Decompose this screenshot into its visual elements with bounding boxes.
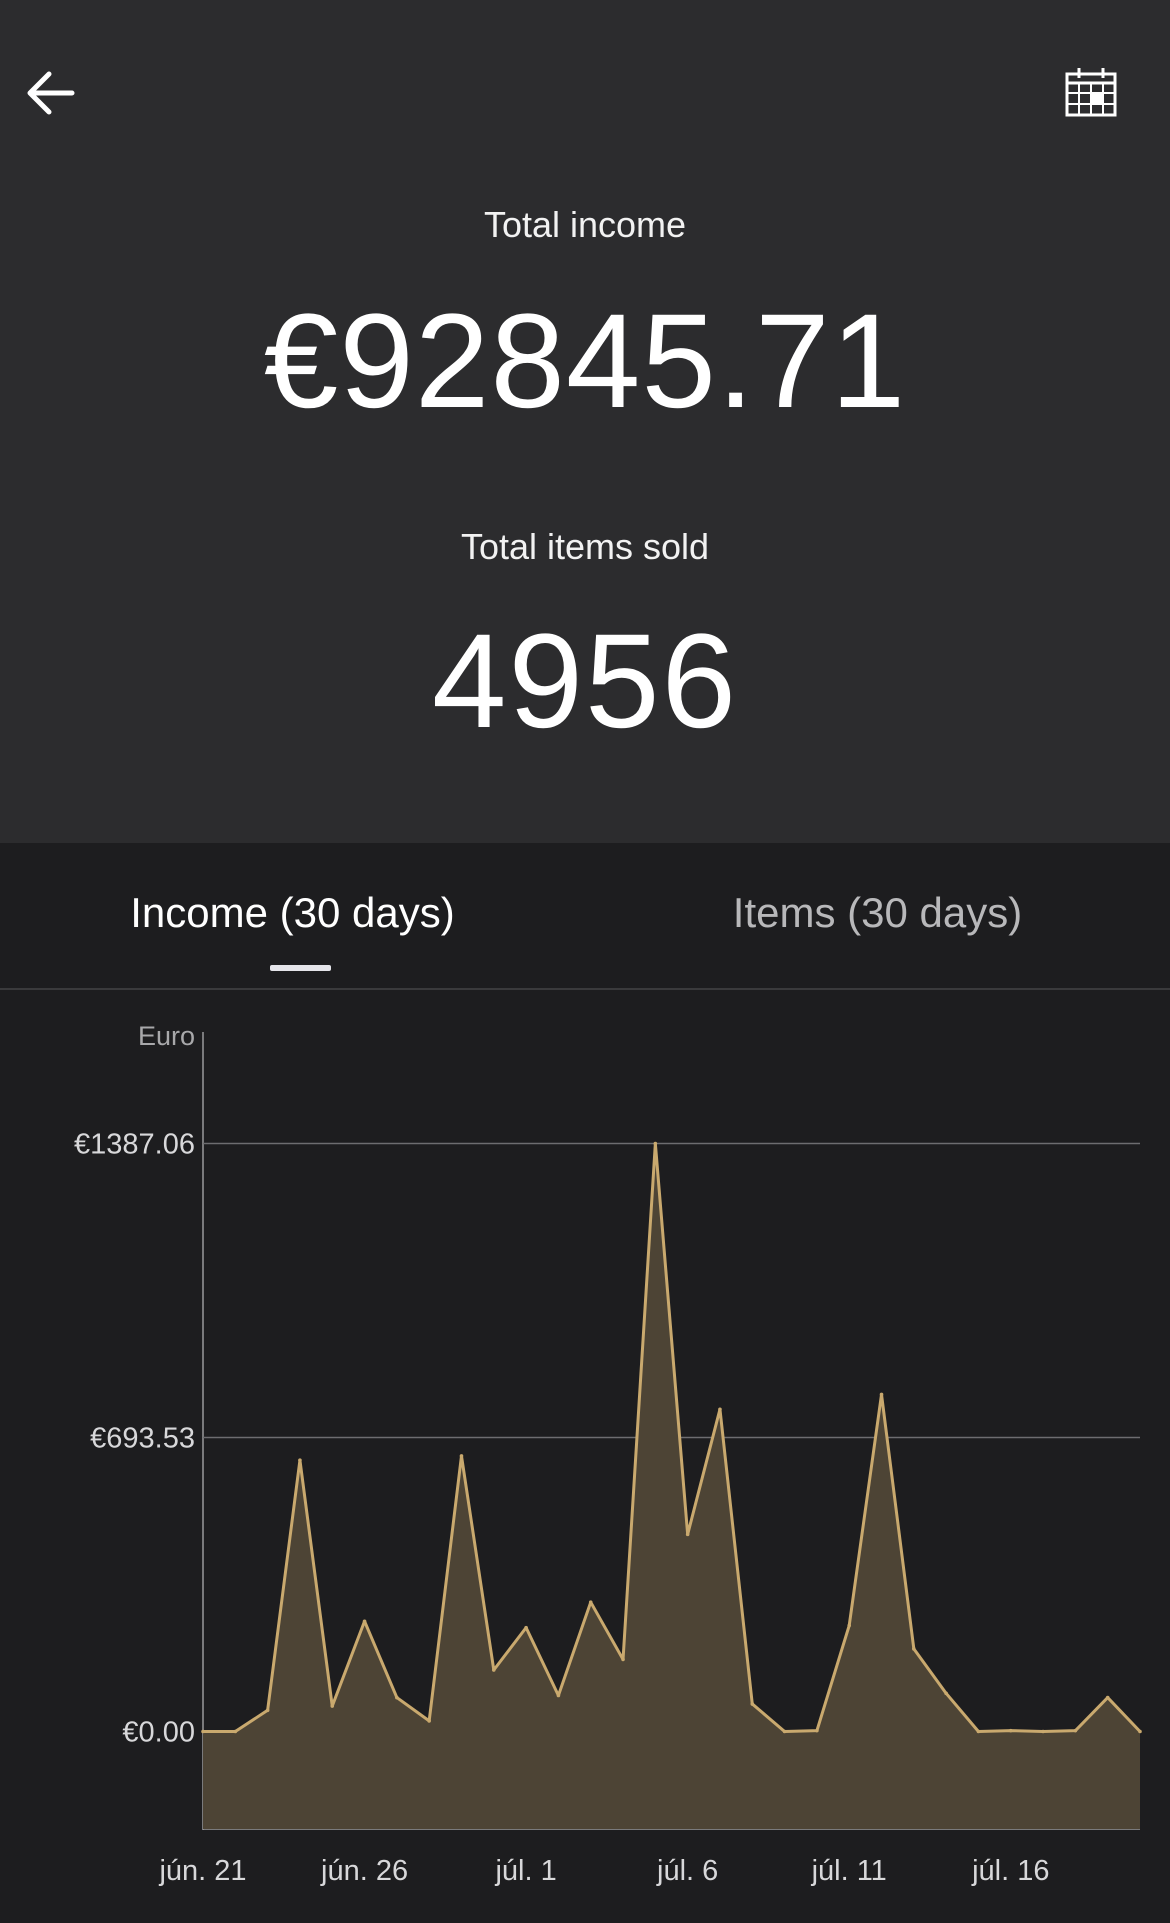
data-point bbox=[298, 1458, 302, 1462]
arrow-left-icon bbox=[27, 71, 75, 115]
data-point bbox=[201, 1729, 205, 1734]
data-point bbox=[427, 1719, 431, 1723]
y-axis-unit-label: Euro bbox=[138, 1021, 195, 1051]
x-tick-label: júl. 16 bbox=[971, 1855, 1049, 1887]
data-point bbox=[588, 1600, 593, 1604]
data-point bbox=[879, 1392, 884, 1397]
data-point bbox=[1041, 1729, 1045, 1734]
active-tab-indicator bbox=[270, 965, 331, 971]
data-point bbox=[782, 1729, 787, 1734]
chart-tabs: Income (30 days) Items (30 days) bbox=[0, 843, 1170, 990]
x-tick-label: júl. 11 bbox=[811, 1855, 887, 1887]
data-point bbox=[1008, 1728, 1013, 1733]
income-area bbox=[203, 1143, 1140, 1829]
data-point bbox=[912, 1647, 916, 1651]
data-point bbox=[976, 1729, 981, 1734]
income-chart: Euro €1387.06 €693.53 €0.00 jún. 21 jún. 26… bbox=[74, 1021, 1142, 1887]
data-point bbox=[233, 1729, 238, 1734]
data-point bbox=[1105, 1695, 1110, 1700]
x-tick-label: júl. 6 bbox=[656, 1855, 718, 1887]
data-point bbox=[459, 1454, 464, 1458]
data-point bbox=[1138, 1729, 1142, 1734]
data-point bbox=[685, 1532, 690, 1537]
total-income-label: Total income bbox=[483, 204, 687, 245]
y-tick-label: €1387.06 bbox=[74, 1128, 195, 1160]
x-tick-label: jún. 21 bbox=[158, 1855, 246, 1887]
back-button[interactable] bbox=[14, 58, 84, 128]
summary-header: Total income €92845.71 Total items sold … bbox=[0, 0, 1170, 843]
data-point bbox=[395, 1695, 399, 1700]
data-point bbox=[362, 1619, 367, 1624]
data-point bbox=[718, 1407, 722, 1412]
data-point bbox=[524, 1625, 528, 1630]
data-point bbox=[847, 1623, 852, 1628]
y-tick-label: €693.53 bbox=[90, 1422, 195, 1454]
data-point bbox=[653, 1141, 658, 1146]
calendar-button[interactable] bbox=[1056, 58, 1126, 128]
data-point bbox=[621, 1657, 625, 1662]
total-income-value: €92845.71 bbox=[263, 287, 907, 436]
data-point bbox=[1073, 1728, 1078, 1733]
data-point bbox=[815, 1728, 819, 1733]
data-point bbox=[330, 1704, 335, 1708]
x-tick-label: jún. 26 bbox=[320, 1855, 408, 1887]
tab-items[interactable]: Items (30 days) bbox=[585, 843, 1170, 988]
y-tick-label: €0.00 bbox=[122, 1716, 195, 1748]
data-point bbox=[265, 1708, 270, 1713]
data-point bbox=[750, 1702, 755, 1706]
total-items-value: 4956 bbox=[431, 607, 739, 756]
total-items-label: Total items sold bbox=[460, 526, 710, 567]
x-tick-label: júl. 1 bbox=[494, 1855, 556, 1887]
data-point bbox=[556, 1693, 561, 1698]
calendar-icon bbox=[1065, 68, 1117, 117]
data-point bbox=[944, 1691, 948, 1696]
data-point bbox=[491, 1668, 496, 1672]
